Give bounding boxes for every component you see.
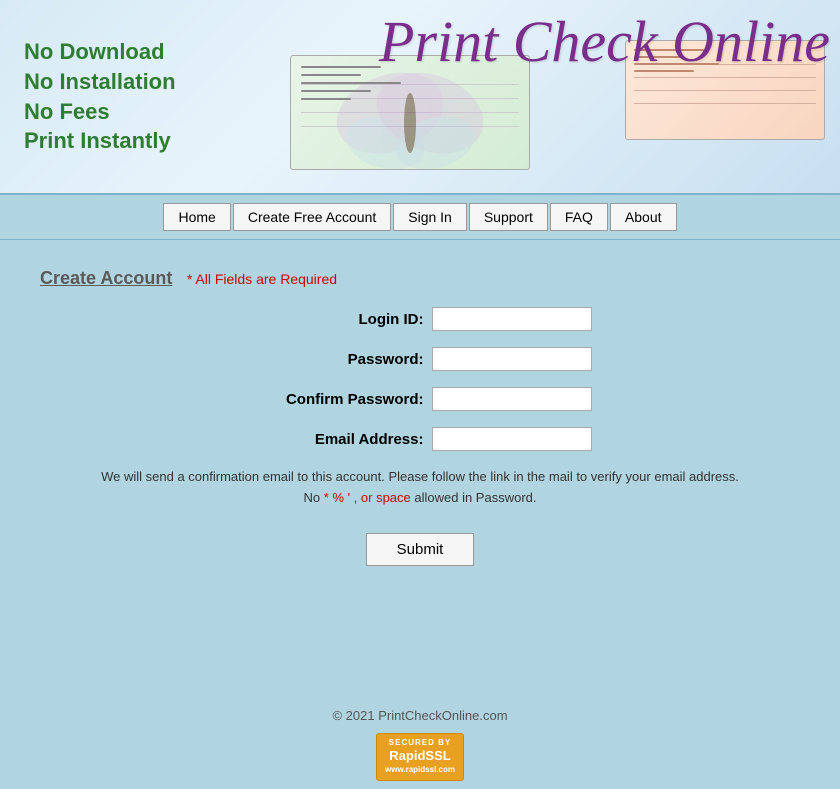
tagline-item: No Fees [24, 99, 110, 124]
confirm-password-input[interactable] [432, 387, 592, 411]
ssl-brand-text: RapidSSL [385, 748, 455, 765]
ssl-badge: SECURED BY RapidSSL www.rapidssl.com [376, 733, 464, 781]
form-title: Create Account [40, 268, 172, 288]
site-logo: Print Check Online [379, 8, 830, 75]
login-id-input[interactable] [432, 307, 592, 331]
nav-faq[interactable]: FAQ [550, 203, 608, 231]
email-row: Email Address: [40, 427, 800, 451]
copyright-text: © 2021 PrintCheckOnline.com [0, 708, 840, 723]
confirm-password-label: Confirm Password: [249, 391, 424, 408]
form-header: Create Account * All Fields are Required [40, 268, 800, 289]
email-label: Email Address: [249, 431, 424, 448]
navigation-bar: Home Create Free Account Sign In Support… [0, 193, 840, 240]
nav-create-free-account[interactable]: Create Free Account [233, 203, 391, 231]
submit-button[interactable]: Submit [366, 533, 475, 566]
submit-area: Submit [40, 533, 800, 566]
email-input[interactable] [432, 427, 592, 451]
nav-about[interactable]: About [610, 203, 677, 231]
required-note: * All Fields are Required [187, 271, 337, 287]
main-content: Create Account * All Fields are Required… [0, 240, 840, 690]
tagline-text: No Download No Installation No Fees Print I… [24, 37, 176, 156]
page-footer: © 2021 PrintCheckOnline.com SECURED BY R… [0, 690, 840, 789]
info-message: We will send a confirmation email to thi… [95, 467, 745, 509]
info-line1: We will send a confirmation email to thi… [101, 469, 739, 484]
nav-sign-in[interactable]: Sign In [393, 203, 467, 231]
ssl-url: www.rapidssl.com [385, 765, 455, 775]
login-id-label: Login ID: [249, 311, 424, 328]
secured-by-text: SECURED BY [385, 738, 455, 748]
header-graphic: Print Check Online [260, 0, 840, 193]
tagline-item: No Installation [24, 69, 176, 94]
create-account-form: Login ID: Password: Confirm Password: Em… [40, 307, 800, 566]
tagline-item: No Download [24, 39, 165, 64]
login-id-row: Login ID: [40, 307, 800, 331]
password-input[interactable] [432, 347, 592, 371]
password-row: Password: [40, 347, 800, 371]
header-taglines: No Download No Installation No Fees Print I… [0, 17, 200, 176]
nav-home[interactable]: Home [163, 203, 230, 231]
password-label: Password: [249, 351, 424, 368]
nav-support[interactable]: Support [469, 203, 548, 231]
info-line2-suffix: allowed in Password. [411, 490, 537, 505]
info-line2-prefix: No [304, 490, 324, 505]
confirm-password-row: Confirm Password: [40, 387, 800, 411]
tagline-item: Print Instantly [24, 128, 171, 153]
info-special-chars: * % ' , or space [324, 490, 411, 505]
page-header: No Download No Installation No Fees Print I… [0, 0, 840, 193]
